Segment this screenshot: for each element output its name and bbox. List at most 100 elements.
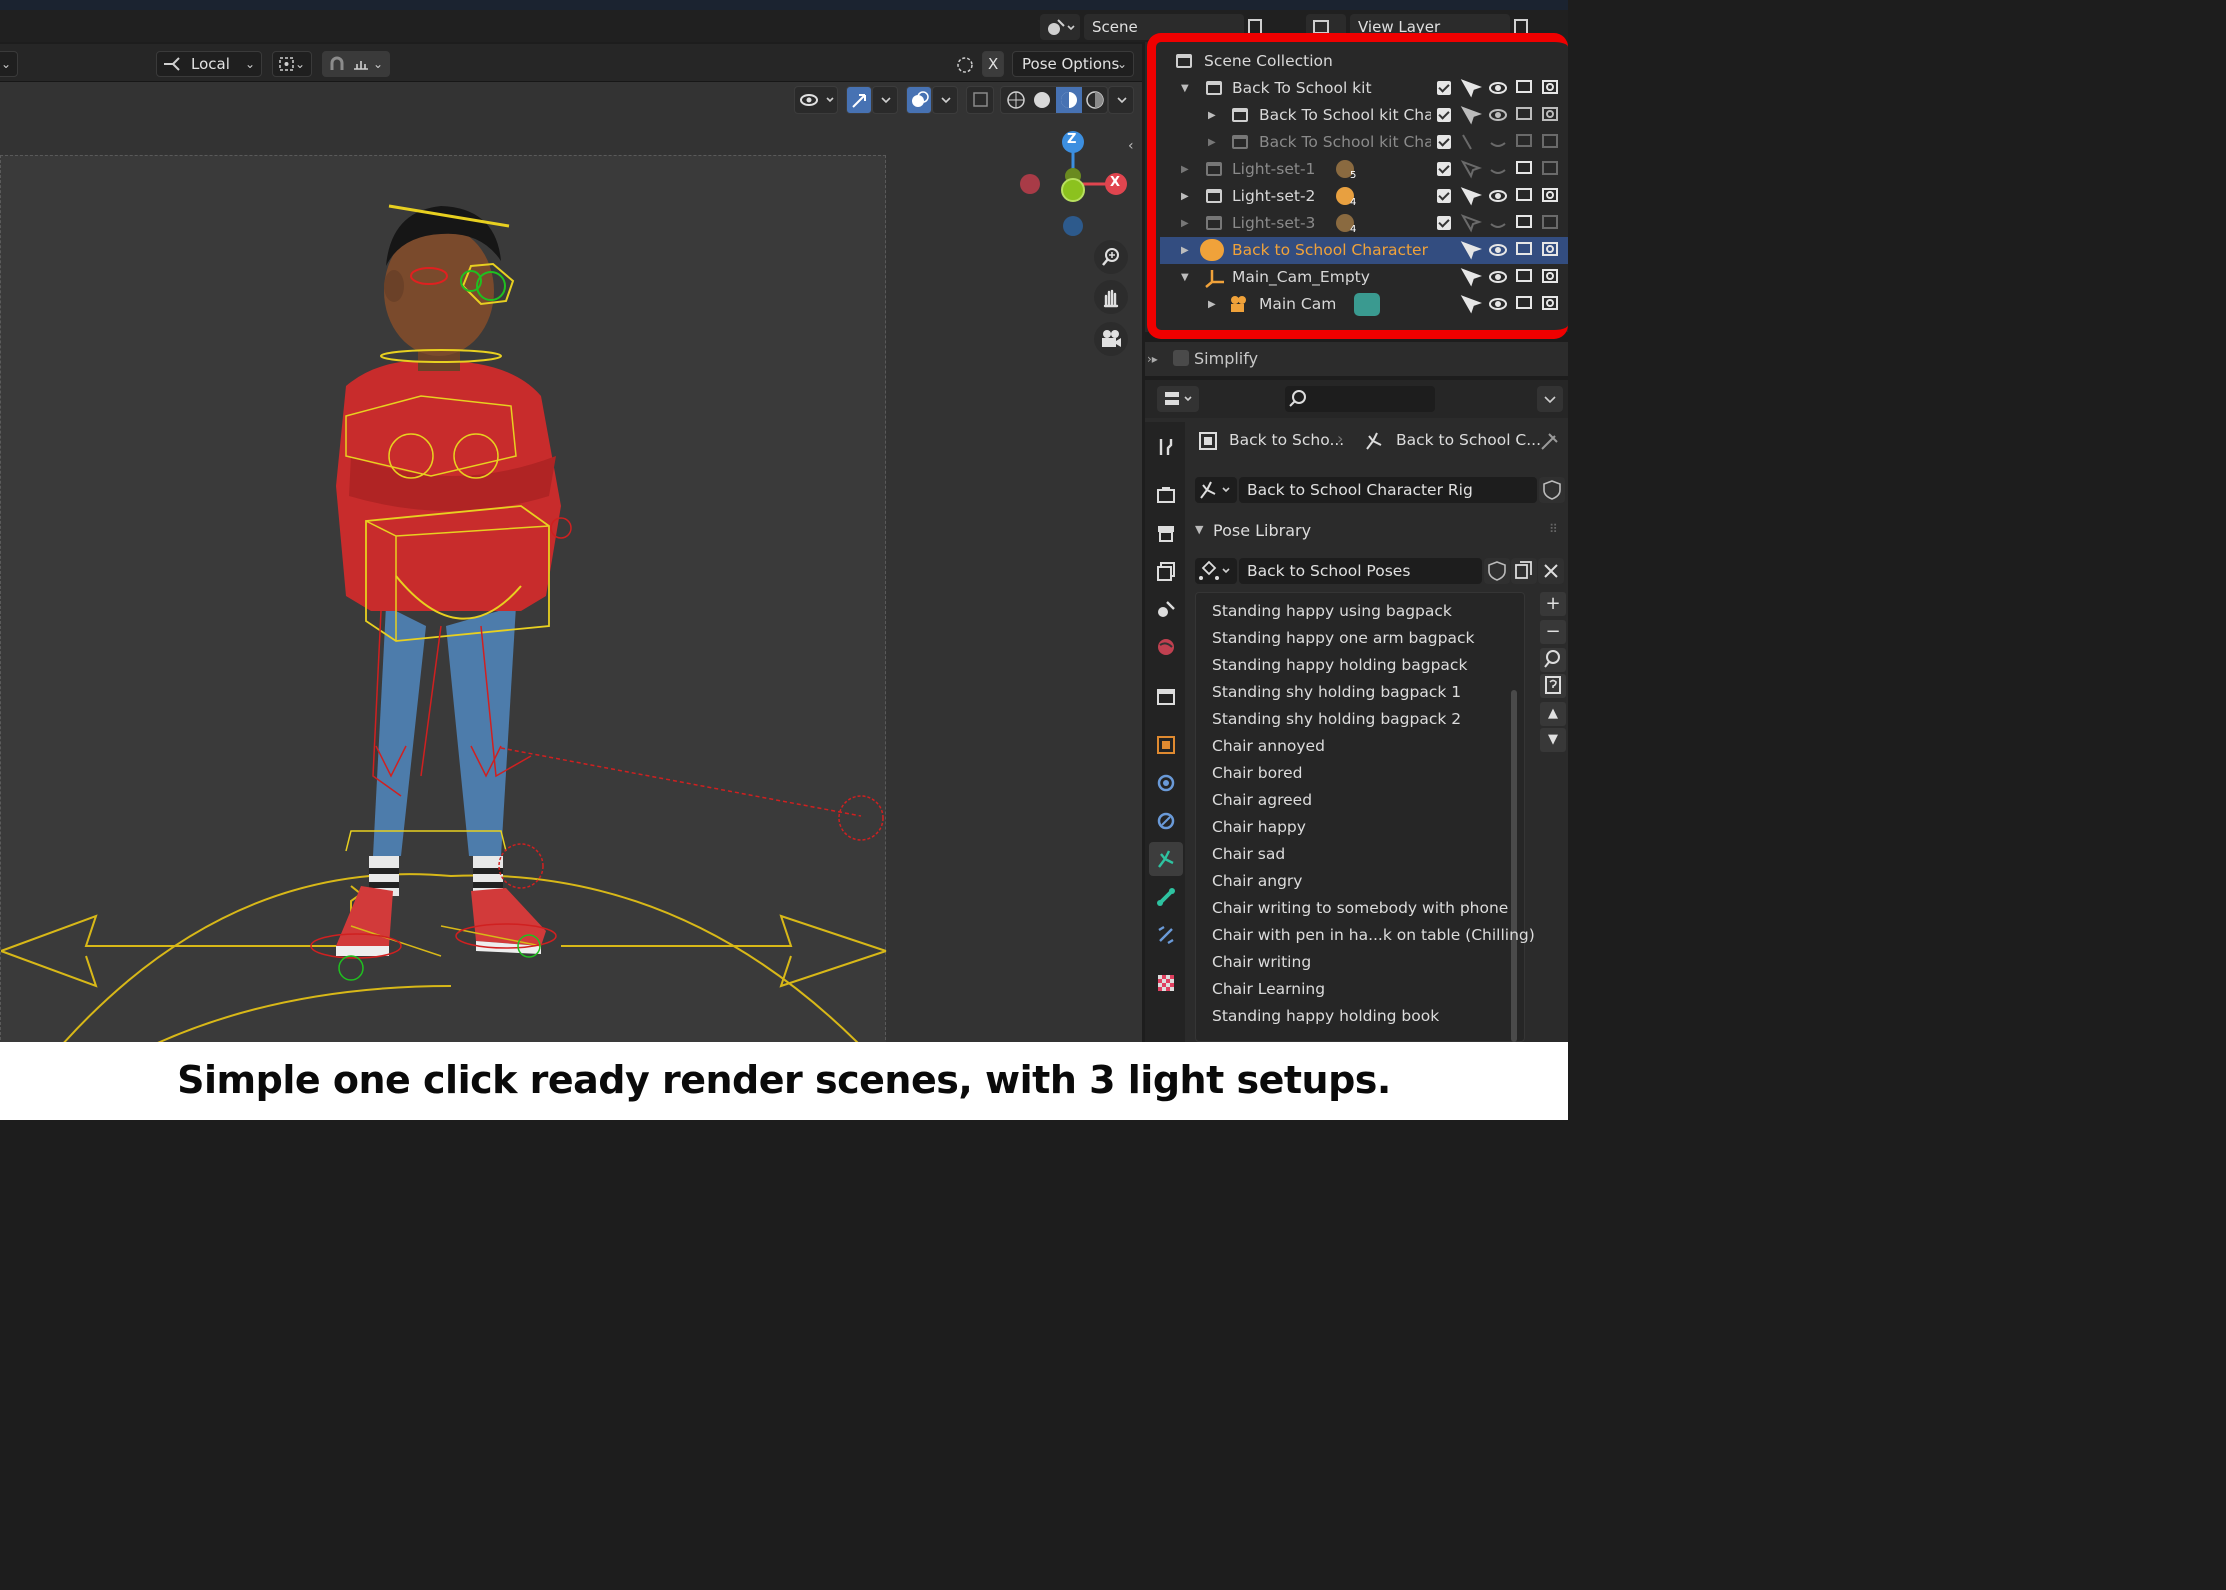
- move-up-triangle-icon[interactable]: ▲: [1540, 702, 1566, 726]
- pose-library-panel-header[interactable]: ▼ Pose Library ⠿: [1185, 516, 1568, 548]
- output-tab-icon[interactable]: [1153, 520, 1179, 546]
- visibility-dropdown[interactable]: [794, 86, 838, 114]
- shading-modes[interactable]: [1000, 86, 1108, 114]
- sidebar-toggle-chevron-icon[interactable]: ‹: [1128, 138, 1134, 154]
- remove-pose-minus-icon[interactable]: −: [1540, 620, 1566, 644]
- pivot-point-dropdown[interactable]: ⌄: [272, 51, 312, 77]
- scene-selector-icon[interactable]: [1040, 14, 1080, 40]
- pose-list-item[interactable]: Standing happy holding book: [1212, 1003, 1439, 1030]
- sanitize-pose-icon[interactable]: [1540, 674, 1566, 698]
- armature-name-field[interactable]: Back to School Character Rig: [1239, 477, 1537, 503]
- pose-list-item[interactable]: Chair annoyed: [1212, 733, 1325, 760]
- breadcrumb-separator: ›: [1337, 429, 1344, 448]
- search-icon: [1289, 390, 1306, 407]
- move-down-triangle-icon[interactable]: ▼: [1540, 728, 1566, 752]
- pose-list-item[interactable]: Chair angry: [1212, 868, 1302, 895]
- pan-hand-icon[interactable]: [1094, 280, 1128, 314]
- texture-tab-icon[interactable]: [1153, 970, 1179, 996]
- pose-library-icon: [1199, 560, 1230, 580]
- xray-toggle[interactable]: [966, 86, 994, 114]
- armature-pose-icon: [1200, 481, 1230, 499]
- collapse-chevron-icon: ›▸: [1147, 352, 1158, 366]
- snap-increment-icon: [354, 61, 368, 70]
- fake-user-shield-icon[interactable]: [1539, 477, 1565, 503]
- properties-search-input[interactable]: [1285, 386, 1435, 412]
- shading-icons: [1007, 87, 1104, 113]
- options-dropdown[interactable]: [1537, 386, 1563, 412]
- pose-library-title: Pose Library: [1213, 521, 1312, 540]
- properties-editor-icon: [1165, 392, 1192, 405]
- pose-list-item[interactable]: Standing shy holding bagpack 1: [1212, 679, 1461, 706]
- pose-options-label: Pose Options: [1022, 55, 1120, 73]
- unlink-close-icon[interactable]: [1538, 558, 1564, 584]
- collection-tab-icon[interactable]: [1153, 684, 1179, 710]
- magnet-icon: [330, 56, 344, 70]
- physics-tab-icon[interactable]: [1153, 808, 1179, 834]
- pose-list-item[interactable]: Standing happy using bagpack: [1212, 598, 1452, 625]
- editor-type-dropdown[interactable]: [1157, 386, 1199, 412]
- shading-dropdown[interactable]: [1108, 86, 1134, 114]
- armature-type-dropdown[interactable]: [1195, 477, 1237, 503]
- properties-header: [1145, 380, 1568, 418]
- pose-list-item[interactable]: Chair writing: [1212, 949, 1311, 976]
- scene-tab-icon[interactable]: [1153, 596, 1179, 622]
- camera-view-icon[interactable]: [1094, 322, 1128, 356]
- pose-library-name-field[interactable]: Back to School Poses: [1239, 558, 1482, 584]
- object-tab-icon[interactable]: [1153, 732, 1179, 758]
- eye-filter-icon: [800, 94, 834, 106]
- breadcrumb-data: Back to School C...: [1396, 431, 1542, 449]
- overlays-toggle[interactable]: [906, 86, 932, 114]
- transform-orientation-label: Local: [191, 55, 230, 73]
- window-top-strip: [0, 0, 1568, 10]
- pose-list-item[interactable]: Standing happy holding bagpack: [1212, 652, 1467, 679]
- transform-orientation-dropdown[interactable]: Local ⌄: [156, 51, 262, 77]
- simplify-checkbox[interactable]: [1173, 350, 1189, 366]
- pose-list-item[interactable]: Chair happy: [1212, 814, 1306, 841]
- pose-list-item[interactable]: Standing happy one arm bagpack: [1212, 625, 1474, 652]
- view-layer-tab-icon[interactable]: [1153, 558, 1179, 584]
- overlays-dropdown[interactable]: [932, 86, 958, 114]
- pose-list-item[interactable]: Chair Learning: [1212, 976, 1325, 1003]
- pose-list-item[interactable]: Chair sad: [1212, 841, 1285, 868]
- pose-options-dropdown[interactable]: Pose Options ⌄: [1012, 51, 1134, 77]
- pose-list-scrollbar[interactable]: [1511, 690, 1517, 1042]
- 3d-viewport[interactable]: Z X ‹: [0, 82, 1142, 1042]
- pose-list-item[interactable]: Chair agreed: [1212, 787, 1312, 814]
- character-rig-render: [0, 204, 887, 1042]
- fake-user-shield-icon[interactable]: [1484, 558, 1510, 584]
- duplicate-icon[interactable]: [1511, 558, 1537, 584]
- bone-tab-icon[interactable]: [1153, 884, 1179, 910]
- gizmo-arrow-icon: [852, 94, 866, 108]
- modifiers-tab-icon[interactable]: [1153, 770, 1179, 796]
- zoom-icon[interactable]: [1094, 240, 1128, 274]
- bone-constraints-tab-icon[interactable]: [1153, 922, 1179, 948]
- pose-library-type-dropdown[interactable]: [1195, 558, 1237, 584]
- gizmo-z-label: Z: [1067, 132, 1077, 147]
- bone-pose-icon[interactable]: [952, 53, 978, 77]
- armature-data-tab-icon[interactable]: [1149, 842, 1183, 876]
- clear-pose-button[interactable]: X: [982, 51, 1004, 77]
- add-pose-plus-icon[interactable]: +: [1540, 592, 1566, 616]
- gizmo-toggle[interactable]: [846, 86, 872, 114]
- caption-banner: Simple one click ready render scenes, wi…: [0, 1042, 1568, 1120]
- render-tab-icon[interactable]: [1153, 482, 1179, 508]
- xray-icon: [973, 92, 988, 107]
- snap-toggle[interactable]: ⌄: [322, 51, 390, 77]
- pose-list-item[interactable]: Chair writing to somebody with phone: [1212, 895, 1508, 922]
- tool-tab-icon[interactable]: [1153, 434, 1179, 460]
- apply-pose-icon[interactable]: [1540, 648, 1566, 672]
- pose-list-item[interactable]: Standing shy holding bagpack 2: [1212, 706, 1461, 733]
- armature-icon: [1366, 432, 1382, 450]
- breadcrumb: Back to Scho... › Back to School C...: [1195, 426, 1565, 456]
- pin-icon[interactable]: [1539, 430, 1561, 452]
- pose-list-item[interactable]: Chair bored: [1212, 760, 1302, 787]
- world-tab-icon[interactable]: [1153, 634, 1179, 660]
- orientation-icon: [164, 57, 180, 71]
- simplify-panel-header[interactable]: ›▸ Simplify: [1145, 342, 1568, 376]
- highlight-box: [1147, 33, 1568, 339]
- drag-handle-icon[interactable]: ⠿: [1549, 522, 1558, 536]
- panel-collapse-triangle-icon: ▼: [1195, 523, 1204, 536]
- pose-list-item[interactable]: Chair with pen in ha...k on table (Chill…: [1212, 922, 1535, 949]
- mode-dropdown-stub[interactable]: ⌄: [0, 51, 18, 77]
- gizmo-dropdown[interactable]: [872, 86, 898, 114]
